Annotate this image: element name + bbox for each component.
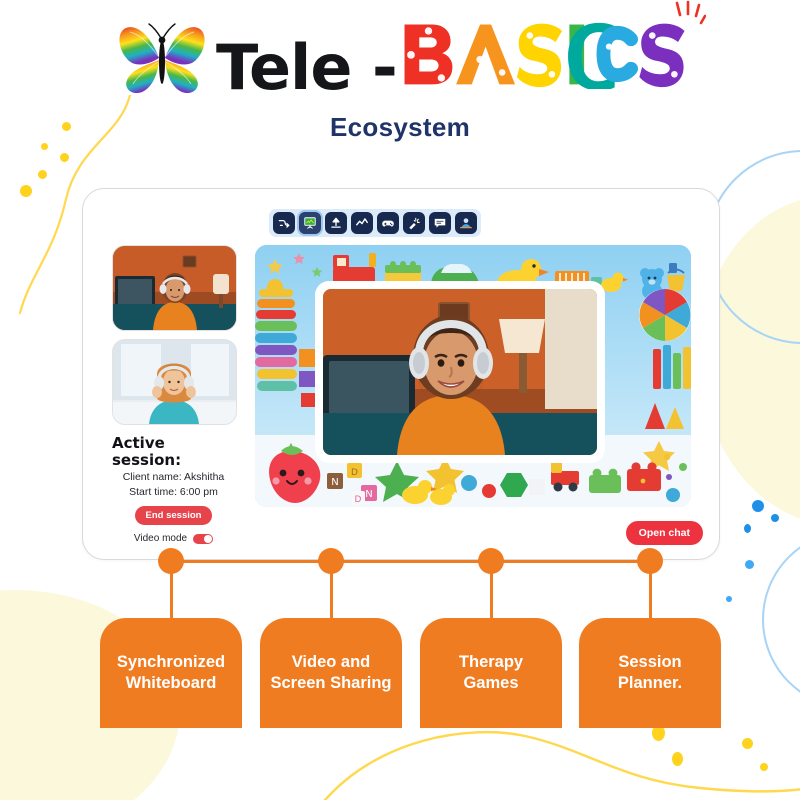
feature-line-2: Planner. — [617, 674, 683, 692]
decor-dot-blue — [726, 596, 732, 602]
page-title: Ecosystem — [330, 112, 470, 142]
client-video-frame — [113, 340, 236, 424]
decor-dot-yellow — [760, 763, 768, 771]
end-session-button[interactable]: End session — [134, 506, 213, 525]
video-mode-label: Video mode — [133, 533, 188, 544]
feature-line-2: Games — [463, 674, 519, 692]
blue-circle-outline-top-right — [706, 150, 800, 344]
rainbow-butterfly-icon — [119, 23, 205, 94]
main-video-graphic: N D N D — [255, 245, 691, 507]
feature-line-2: Screen Sharing — [270, 674, 392, 692]
brand-prefix: Tele - — [215, 31, 398, 104]
feature-line-1: Session — [618, 653, 682, 672]
client-name-text: Client name: Akshitha — [122, 471, 225, 483]
upload-icon — [331, 217, 341, 228]
magic-wand-icon — [409, 217, 420, 230]
session-toolbar — [269, 209, 481, 237]
app-window: Active session: Client name: Akshitha St… — [82, 188, 720, 560]
connection-icon — [278, 220, 290, 228]
feature-line-1: Therapy — [458, 653, 524, 672]
open-chat-button[interactable]: Open chat — [625, 521, 703, 545]
brand-suffix-wrap — [399, 0, 707, 89]
decor-dot-blue — [745, 560, 754, 569]
decor-dot-yellow — [742, 738, 753, 749]
whiteboard-icon — [304, 217, 316, 229]
toggle-knob — [204, 534, 213, 543]
main-video-stage[interactable]: N D N D — [255, 245, 691, 507]
upload-icon-button[interactable] — [325, 212, 347, 234]
session-sidebar: Active session: Client name: Akshitha St… — [112, 245, 237, 544]
therapist-video-frame — [113, 246, 236, 330]
gamepad-icon — [382, 220, 394, 227]
connector-stem — [169, 572, 173, 620]
video-mode-toggle[interactable] — [193, 533, 214, 544]
svg-text:N: N — [365, 489, 372, 500]
decor-dot-yellow — [20, 185, 32, 197]
chat-icon — [434, 218, 446, 228]
decor-dot-blue — [744, 524, 751, 533]
connector-node — [637, 548, 663, 574]
decor-dot-yellow — [41, 143, 48, 150]
svg-text:N: N — [331, 477, 338, 488]
feature-card-synchronized-whiteboard[interactable]: Synchronized Whiteboard — [100, 618, 242, 728]
connector-line — [167, 560, 639, 563]
svg-text:D: D — [355, 495, 362, 505]
yellow-wave-bottom — [323, 730, 800, 800]
brand-suffix-graphic — [404, 22, 685, 89]
wordmark: Tele - — [215, 0, 707, 104]
feature-card-therapy-games[interactable]: Therapy Games — [420, 618, 562, 728]
planner-icon — [460, 218, 472, 229]
feature-line-1: Synchronized — [116, 653, 226, 672]
whiteboard-icon-button[interactable] — [299, 212, 321, 234]
feature-card-label: Therapy Games — [451, 652, 531, 693]
decor-dot-blue — [752, 500, 764, 512]
connector-stem — [648, 572, 652, 620]
feature-card-session-planner[interactable]: Session Planner. — [579, 618, 721, 728]
feature-card-label: Video and Screen Sharing — [262, 652, 399, 693]
connector-node — [478, 548, 504, 574]
therapist-video-thumbnail[interactable] — [112, 245, 237, 331]
decor-dot-yellow — [38, 170, 47, 179]
poster-root: Tele - Ecosystem Active session: Client … — [0, 0, 800, 800]
poster-header: Tele - Ecosystem — [0, 0, 800, 143]
active-session-title: Active session: — [112, 434, 182, 469]
chat-icon-button[interactable] — [429, 212, 451, 234]
connector-stem — [489, 572, 493, 620]
feature-line-1: Video and — [291, 653, 371, 672]
magic-wand-icon-button[interactable] — [403, 212, 425, 234]
connector-node — [318, 548, 344, 574]
feature-line-2: Whiteboard — [125, 674, 217, 692]
client-video-thumbnail[interactable] — [112, 339, 237, 425]
video-mode-row: Video mode — [112, 533, 235, 544]
connector-node — [158, 548, 184, 574]
activity-icon-button[interactable] — [351, 212, 373, 234]
connection-icon-button[interactable] — [273, 212, 295, 234]
planner-icon-button[interactable] — [455, 212, 477, 234]
gamepad-icon-button[interactable] — [377, 212, 399, 234]
activity-icon — [356, 218, 368, 226]
sparkle-icon — [675, 0, 707, 25]
decor-dot-yellow — [672, 752, 683, 766]
feature-card-label: Synchronized Whiteboard — [109, 652, 233, 693]
decor-dot-yellow — [60, 153, 69, 162]
active-session-panel: Active session: Client name: Akshitha St… — [112, 435, 235, 544]
feature-card-label: Session Planner. — [610, 652, 690, 693]
svg-text:D: D — [351, 468, 358, 478]
logo-row: Tele - — [0, 0, 800, 104]
feature-card-video-screen-sharing[interactable]: Video and Screen Sharing — [260, 618, 402, 728]
blue-circle-outline-bottom-right — [762, 530, 800, 709]
connector-stem — [329, 572, 333, 620]
start-time-text: Start time: 6:00 pm — [129, 486, 218, 498]
decor-dot-blue — [771, 514, 779, 522]
